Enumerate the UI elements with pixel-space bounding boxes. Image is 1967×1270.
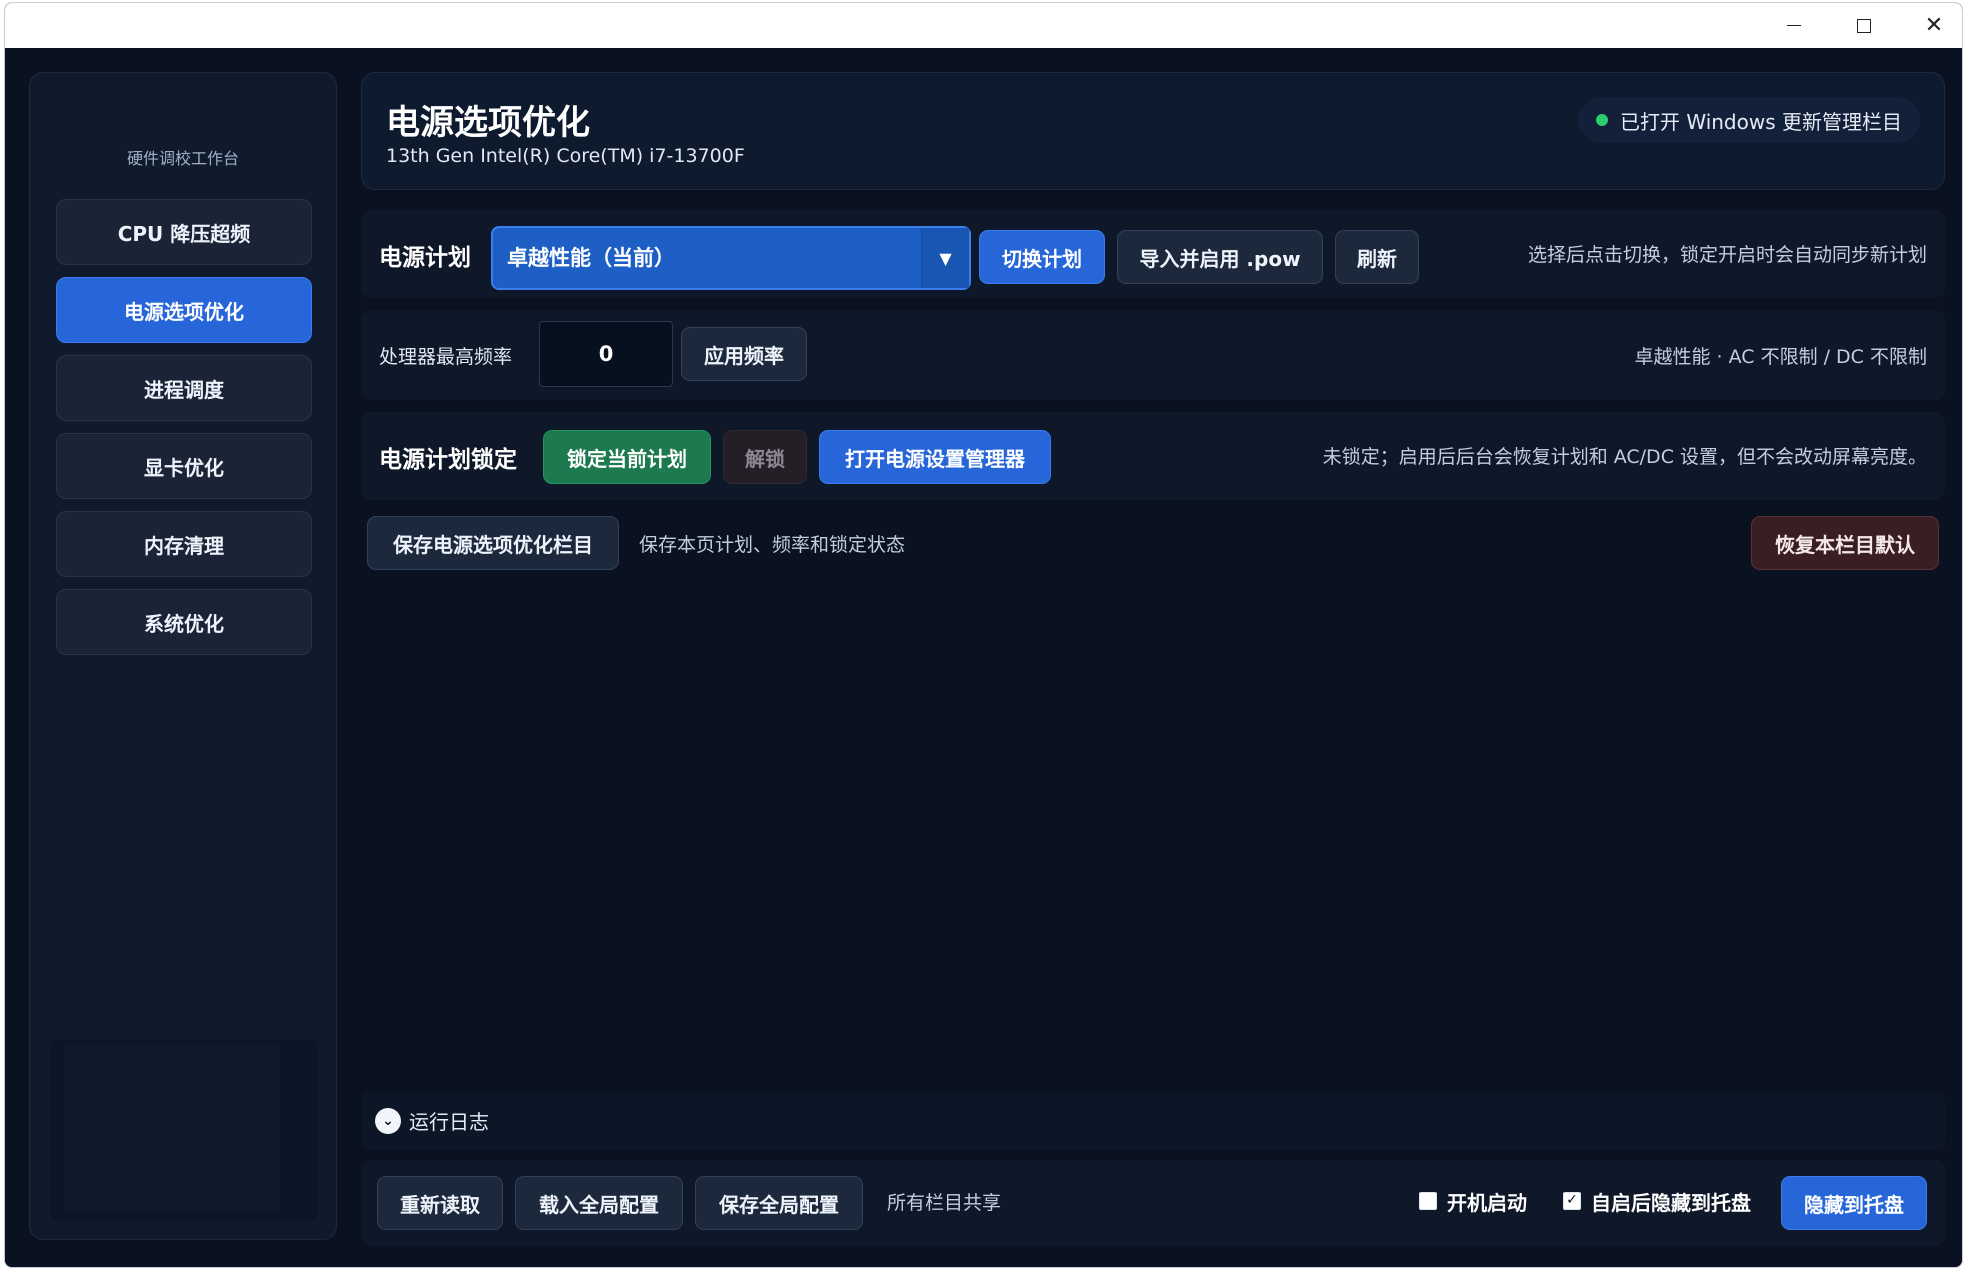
maximize-icon (1857, 18, 1871, 33)
max-frequency-input[interactable]: 0 (539, 321, 673, 387)
reload-label: 重新读取 (400, 1192, 480, 1217)
unlock-label: 解锁 (745, 446, 785, 471)
log-panel-toggle[interactable]: ⌄ 运行日志 (361, 1092, 1945, 1150)
sidebar-item-cpu[interactable]: CPU 降压超频 (56, 199, 312, 265)
frequency-hint: 卓越性能 · AC 不限制 / DC 不限制 (1634, 346, 1927, 368)
log-label: 运行日志 (409, 1110, 489, 1134)
minimize-icon (1787, 24, 1801, 27)
sidebar-panel (50, 1039, 318, 1221)
apply-frequency-label: 应用频率 (704, 343, 784, 368)
status-badge: 已打开 Windows 更新管理栏目 (1578, 97, 1920, 143)
hide-to-tray-label: 隐藏到托盘 (1804, 1192, 1904, 1217)
status-text: 已打开 Windows 更新管理栏目 (1620, 109, 1902, 134)
refresh-button[interactable]: 刷新 (1335, 230, 1419, 284)
sidebar-item-label: 电源选项优化 (124, 299, 244, 324)
refresh-label: 刷新 (1357, 246, 1397, 271)
sidebar-item-gpu[interactable]: 显卡优化 (56, 433, 312, 499)
minimize-button[interactable] (1759, 3, 1829, 48)
import-pow-label: 导入并启用 .pow (1139, 246, 1301, 271)
frequency-row: 处理器最高频率 0 应用频率 卓越性能 · AC 不限制 / DC 不限制 (361, 310, 1945, 400)
save-section-label: 保存电源选项优化栏目 (393, 532, 593, 557)
restore-default-label: 恢复本栏目默认 (1775, 532, 1915, 557)
close-button[interactable]: ✕ (1899, 3, 1962, 48)
sidebar-item-label: 系统优化 (144, 611, 224, 636)
status-dot-icon (1596, 114, 1608, 126)
max-frequency-label: 处理器最高频率 (379, 346, 513, 368)
autostart-label: 开机启动 (1447, 1191, 1527, 1215)
lock-plan-button[interactable]: 锁定当前计划 (543, 430, 711, 484)
app-window: ✕ 硬件调校工作台 CPU 降压超频 电源选项优化 进程调度 显卡优化 内存清理… (4, 2, 1963, 1268)
chevron-down-icon: ⌄ (375, 1108, 401, 1134)
save-global-config-label: 保存全局配置 (719, 1192, 839, 1217)
plan-lock-hint: 未锁定；启用后后台会恢复计划和 AC/DC 设置，但不会改动屏幕亮度。 (1322, 446, 1927, 468)
sidebar-item-process[interactable]: 进程调度 (56, 355, 312, 421)
shared-hint: 所有栏目共享 (887, 1192, 1002, 1214)
autostart-checkbox[interactable] (1419, 1192, 1437, 1210)
lock-plan-label: 锁定当前计划 (567, 446, 687, 471)
restore-default-button[interactable]: 恢复本栏目默认 (1751, 516, 1939, 570)
section-actions-row: 保存电源选项优化栏目 保存本页计划、频率和锁定状态 恢复本栏目默认 (361, 512, 1945, 576)
unlock-button[interactable]: 解锁 (723, 430, 807, 484)
sidebar-item-label: 显卡优化 (144, 455, 224, 480)
page-title: 电源选项优化 (386, 103, 590, 143)
sidebar-item-system[interactable]: 系统优化 (56, 589, 312, 655)
bottom-toolbar: 重新读取 载入全局配置 保存全局配置 所有栏目共享 开机启动 ✓ 自启后隐藏到托… (361, 1160, 1945, 1246)
switch-plan-button[interactable]: 切换计划 (979, 230, 1105, 284)
hide-on-start-checkbox[interactable]: ✓ (1563, 1192, 1581, 1210)
power-plan-hint: 选择后点击切换，锁定开启时会自动同步新计划 (1527, 244, 1927, 266)
load-global-config-button[interactable]: 载入全局配置 (515, 1176, 683, 1230)
chevron-down-icon[interactable]: ▼ (921, 228, 969, 288)
apply-frequency-button[interactable]: 应用频率 (681, 327, 807, 381)
save-section-hint: 保存本页计划、频率和锁定状态 (639, 534, 906, 556)
hide-on-start-label: 自启后隐藏到托盘 (1591, 1191, 1751, 1215)
sidebar-item-power[interactable]: 电源选项优化 (56, 277, 312, 343)
title-bar: ✕ (5, 3, 1962, 48)
save-global-config-button[interactable]: 保存全局配置 (695, 1176, 863, 1230)
load-global-config-label: 载入全局配置 (539, 1192, 659, 1217)
power-plan-row: 电源计划 卓越性能（当前） ▼ 切换计划 导入并启用 .pow 刷新 选择后点击… (361, 210, 1945, 298)
sidebar-title: 硬件调校工作台 (126, 149, 239, 168)
power-plan-selected: 卓越性能（当前） (507, 246, 675, 270)
open-power-manager-button[interactable]: 打开电源设置管理器 (819, 430, 1051, 484)
import-pow-button[interactable]: 导入并启用 .pow (1117, 230, 1323, 284)
plan-lock-label: 电源计划锁定 (379, 447, 517, 473)
app-content: 硬件调校工作台 CPU 降压超频 电源选项优化 进程调度 显卡优化 内存清理 系… (5, 48, 1962, 1267)
sidebar: 硬件调校工作台 CPU 降压超频 电源选项优化 进程调度 显卡优化 内存清理 系… (29, 72, 337, 1240)
hide-to-tray-button[interactable]: 隐藏到托盘 (1781, 1176, 1927, 1230)
sidebar-item-memory[interactable]: 内存清理 (56, 511, 312, 577)
power-plan-select[interactable]: 卓越性能（当前） ▼ (491, 226, 971, 290)
close-icon: ✕ (1924, 13, 1944, 38)
sidebar-item-label: 进程调度 (144, 377, 224, 402)
page-header: 电源选项优化 13th Gen Intel(R) Core(TM) i7-137… (361, 72, 1945, 190)
sidebar-item-label: CPU 降压超频 (117, 221, 251, 246)
sidebar-item-label: 内存清理 (144, 533, 224, 558)
switch-plan-label: 切换计划 (1002, 246, 1082, 271)
reload-button[interactable]: 重新读取 (377, 1176, 503, 1230)
plan-lock-row: 电源计划锁定 锁定当前计划 解锁 打开电源设置管理器 未锁定；启用后后台会恢复计… (361, 412, 1945, 500)
cpu-model: 13th Gen Intel(R) Core(TM) i7-13700F (386, 145, 745, 167)
maximize-button[interactable] (1829, 3, 1899, 48)
open-power-manager-label: 打开电源设置管理器 (845, 446, 1025, 471)
save-section-button[interactable]: 保存电源选项优化栏目 (367, 516, 619, 570)
power-plan-label: 电源计划 (379, 245, 471, 271)
sidebar-panel-inner (64, 1045, 280, 1211)
